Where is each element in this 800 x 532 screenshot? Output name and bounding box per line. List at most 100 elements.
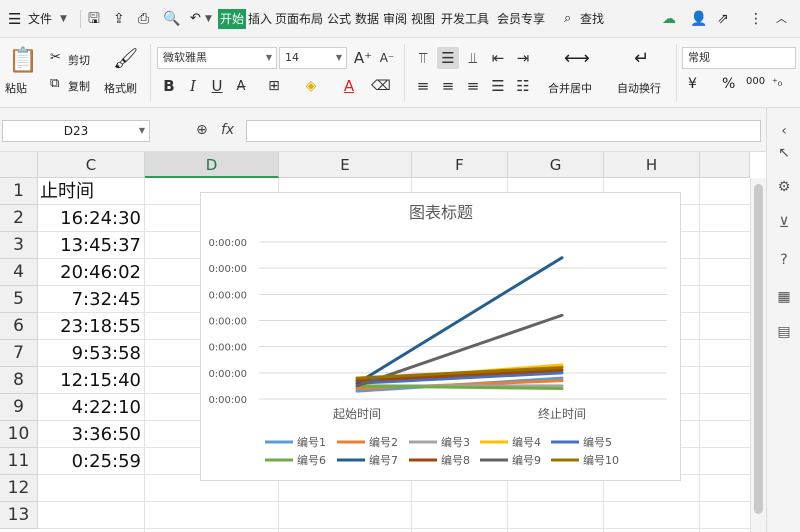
cell-c13[interactable]	[38, 502, 145, 529]
name-box[interactable]: D23 ▼	[2, 120, 150, 142]
tab-insert[interactable]: 插入	[248, 0, 272, 38]
font-name-select[interactable]: 微软雅黑 ▼	[157, 47, 277, 69]
indent-decrease-icon[interactable]: ⇤	[487, 47, 509, 69]
cell-c5[interactable]: 7:32:45	[38, 286, 145, 313]
copy-button[interactable]: 复制	[68, 78, 90, 94]
hamburger-menu-icon[interactable]: ☰	[8, 0, 21, 38]
align-top-icon[interactable]: ⫪	[412, 47, 434, 69]
row-header-11[interactable]: 11	[0, 448, 38, 475]
format-painter-button[interactable]: 格式刷	[104, 80, 137, 96]
cell-c10[interactable]: 3:36:50	[38, 421, 145, 448]
border-icon[interactable]: ⊞	[263, 75, 285, 97]
font-color-button[interactable]: A	[338, 75, 360, 97]
tab-data[interactable]: 数据	[355, 0, 379, 38]
increase-decimal-icon[interactable]: ⁺₀	[772, 76, 782, 89]
share-user-icon[interactable]: 👤	[690, 0, 707, 38]
tab-view[interactable]: 视图	[411, 0, 435, 38]
underline-button[interactable]: U	[206, 75, 228, 97]
column-header-f[interactable]: F	[412, 152, 508, 178]
row-header-7[interactable]: 7	[0, 340, 38, 367]
row-header-2[interactable]: 2	[0, 205, 38, 232]
strikethrough-icon[interactable]: A̶	[230, 75, 252, 97]
export-icon[interactable]: ⇪	[113, 0, 125, 38]
row-header-5[interactable]: 5	[0, 286, 38, 313]
row-header-1[interactable]: 1	[0, 178, 38, 205]
select-cursor-icon[interactable]: ↖	[775, 144, 793, 162]
row-header-12[interactable]: 12	[0, 475, 38, 502]
row-header-6[interactable]: 6	[0, 313, 38, 340]
column-header-g[interactable]: G	[508, 152, 604, 178]
select-all-corner[interactable]	[0, 152, 38, 178]
formula-input[interactable]	[246, 120, 761, 142]
font-size-select[interactable]: 14 ▼	[279, 47, 347, 69]
save-icon[interactable]: 🖫	[88, 0, 100, 38]
row-header-4[interactable]: 4	[0, 259, 38, 286]
justify-icon[interactable]: ☰	[487, 75, 509, 97]
adjust-sliders-icon[interactable]: ⚙	[775, 178, 793, 196]
distributed-align-icon[interactable]: ☷	[512, 75, 534, 97]
column-header-c[interactable]: C	[38, 152, 145, 178]
cell-c2[interactable]: 16:24:30	[38, 205, 145, 232]
merge-center-icon[interactable]: ⟷	[564, 48, 590, 69]
align-right-icon[interactable]: ≡	[462, 75, 484, 97]
print-icon[interactable]: ⎙	[138, 0, 149, 38]
bold-button[interactable]: B	[158, 75, 180, 97]
thousands-separator-button[interactable]: 000	[746, 76, 765, 87]
italic-button[interactable]: I	[182, 75, 204, 97]
undo-chevron-icon[interactable]: ▼	[205, 0, 212, 38]
row-header-9[interactable]: 9	[0, 394, 38, 421]
cell-c12[interactable]	[38, 475, 145, 502]
collapse-panel-icon[interactable]: ‹	[775, 122, 793, 140]
table-style-icon[interactable]: ▦	[775, 288, 793, 306]
cell-c9[interactable]: 4:22:10	[38, 394, 145, 421]
more-options-icon[interactable]: ⋮	[749, 0, 763, 38]
tab-review[interactable]: 审阅	[383, 0, 407, 38]
fill-color-icon[interactable]: ◈	[300, 75, 322, 97]
help-icon[interactable]: ?	[775, 251, 793, 269]
align-bottom-icon[interactable]: ⫫	[462, 47, 484, 69]
file-menu-chevron-icon[interactable]: ▼	[60, 0, 67, 38]
row-header-3[interactable]: 3	[0, 232, 38, 259]
cell-c7[interactable]: 9:53:58	[38, 340, 145, 367]
insert-function-button[interactable]: fx	[221, 122, 234, 138]
merge-center-button[interactable]: 合并居中	[548, 80, 592, 96]
column-header-d[interactable]: D	[145, 152, 279, 178]
copy-icon[interactable]: ⧉	[50, 76, 59, 91]
column-header-h[interactable]: H	[604, 152, 700, 178]
vertical-scrollbar[interactable]	[750, 178, 766, 532]
tab-member[interactable]: 会员专享	[497, 0, 545, 38]
search-icon[interactable]: ⌕	[564, 0, 571, 38]
format-painter-icon[interactable]: 🖌	[113, 46, 138, 70]
row-header-8[interactable]: 8	[0, 367, 38, 394]
zoom-formula-icon[interactable]: ⊕	[196, 122, 208, 138]
undo-icon[interactable]: ↶	[190, 0, 201, 38]
cell-c6[interactable]: 23:18:55	[38, 313, 145, 340]
cell-c3[interactable]: 13:45:37	[38, 232, 145, 259]
scrollbar-thumb[interactable]	[754, 184, 763, 514]
paste-icon[interactable]: 📋	[8, 46, 38, 74]
cut-button[interactable]: 剪切	[68, 52, 90, 68]
file-menu[interactable]: 文件	[28, 0, 52, 38]
cell-c1[interactable]: 止时间	[38, 178, 145, 205]
archive-icon[interactable]: ▤	[775, 323, 793, 341]
column-header-e[interactable]: E	[279, 152, 412, 178]
collapse-ribbon-icon[interactable]: ︿	[776, 0, 787, 38]
tab-home[interactable]: 开始	[218, 9, 247, 29]
align-center-icon[interactable]: ≡	[437, 75, 459, 97]
row-header-10[interactable]: 10	[0, 421, 38, 448]
tab-formulas[interactable]: 公式	[327, 0, 351, 38]
percent-button[interactable]: %	[722, 76, 735, 92]
cell-c4[interactable]: 20:46:02	[38, 259, 145, 286]
increase-font-icon[interactable]: A⁺	[352, 47, 374, 69]
cloud-sync-icon[interactable]: ☁	[662, 0, 676, 38]
filter-icon[interactable]: ⊻	[775, 214, 793, 232]
line-chart[interactable]: 图表标题 0:00:00 0:00:00 0:00:00 0:00:00 0:00:00 0…	[200, 192, 681, 481]
search-button[interactable]: 查找	[580, 0, 604, 38]
clear-format-icon[interactable]: ⌫	[370, 75, 392, 97]
cell-c8[interactable]: 12:15:40	[38, 367, 145, 394]
cut-icon[interactable]: ✂	[50, 50, 61, 65]
indent-increase-icon[interactable]: ⇥	[512, 47, 534, 69]
decrease-font-icon[interactable]: A⁻	[376, 47, 398, 69]
column-header-i[interactable]	[700, 152, 750, 178]
tab-page-layout[interactable]: 页面布局	[275, 0, 323, 38]
